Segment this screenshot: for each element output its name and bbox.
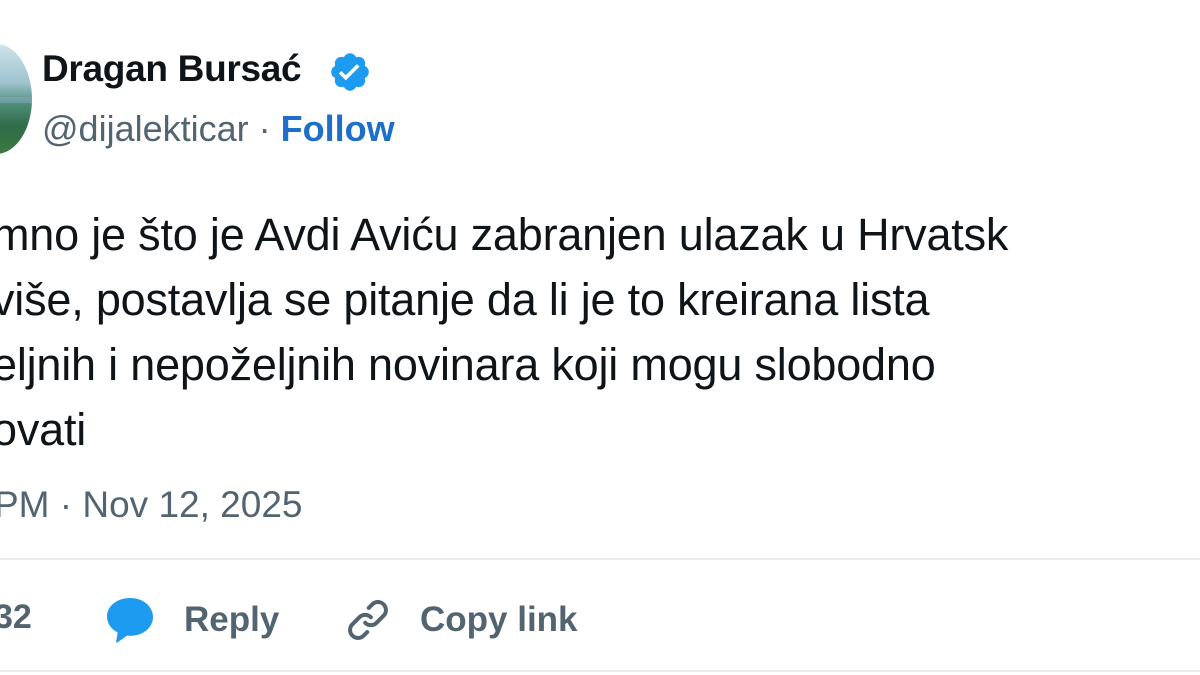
reply-label: Reply: [184, 600, 280, 639]
verified-badge-icon: [331, 53, 369, 91]
tweet-line: eljnih i nepoželjnih novinara koji mogu …: [0, 339, 936, 390]
copy-link-button[interactable]: Copy link: [344, 590, 578, 650]
copy-link-label: Copy link: [420, 600, 578, 639]
handle[interactable]: @dijalekticar: [42, 108, 249, 149]
action-bar: 32 Reply Copy link: [0, 590, 1200, 650]
divider: [0, 670, 1200, 672]
tweet-line: ovati: [0, 404, 87, 455]
tweet-line: više, postavlja se pitanje da li je to k…: [0, 274, 930, 325]
handle-row: @dijalekticar · Follow: [42, 108, 395, 150]
display-name[interactable]: Dragan Bursać: [42, 48, 302, 90]
divider: [0, 558, 1200, 560]
tweet-line: mno je što je Avdi Aviću zabranjen ulaza…: [0, 209, 1009, 260]
follow-button[interactable]: Follow: [281, 108, 395, 149]
avatar[interactable]: [0, 44, 32, 154]
tweet-timestamp[interactable]: PM · Nov 12, 2025: [0, 484, 302, 526]
reply-button[interactable]: Reply: [104, 590, 279, 650]
tweet-embed: Dragan Bursać @dijalekticar · Follow mno j…: [0, 0, 1200, 675]
speech-bubble-icon: [107, 598, 153, 643]
like-count[interactable]: 32: [0, 598, 32, 637]
link-icon: [348, 600, 388, 640]
tweet-text: mno je što je Avdi Aviću zabranjen ulaza…: [0, 202, 1200, 462]
separator: ·: [258, 108, 271, 149]
